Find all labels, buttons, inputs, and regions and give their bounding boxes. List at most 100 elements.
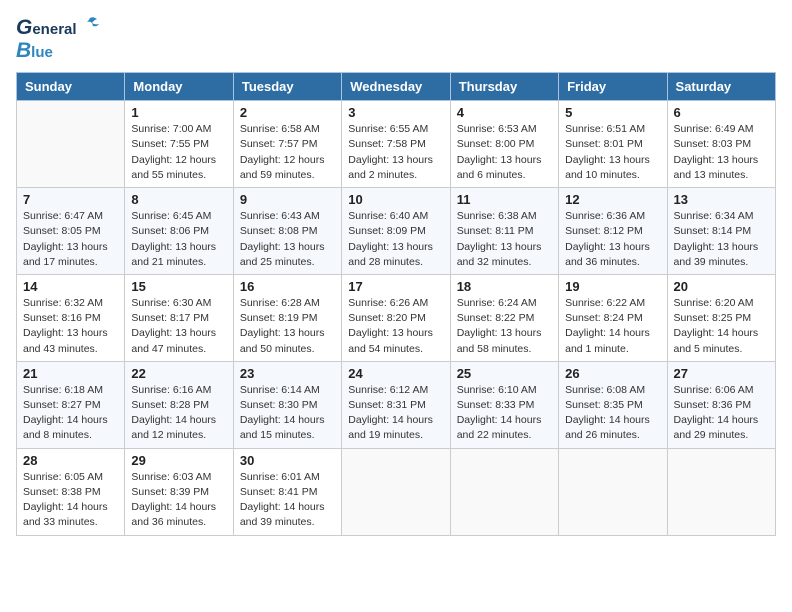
weekday-header-sunday: Sunday: [17, 73, 125, 101]
day-info: Sunrise: 6:12 AM Sunset: 8:31 PM Dayligh…: [348, 383, 443, 444]
day-number: 7: [23, 192, 118, 207]
calendar-cell: 26 Sunrise: 6:08 AM Sunset: 8:35 PM Dayli…: [559, 361, 667, 448]
calendar-cell: 28 Sunrise: 6:05 AM Sunset: 8:38 PM Dayli…: [17, 448, 125, 535]
weekday-header-tuesday: Tuesday: [233, 73, 341, 101]
day-info: Sunrise: 6:49 AM Sunset: 8:03 PM Dayligh…: [674, 122, 769, 183]
weekday-header-thursday: Thursday: [450, 73, 558, 101]
day-info: Sunrise: 6:51 AM Sunset: 8:01 PM Dayligh…: [565, 122, 660, 183]
day-number: 14: [23, 279, 118, 294]
logo-bird-icon: [79, 16, 101, 34]
calendar-cell: [667, 448, 775, 535]
day-number: 29: [131, 453, 226, 468]
day-info: Sunrise: 6:30 AM Sunset: 8:17 PM Dayligh…: [131, 296, 226, 357]
day-info: Sunrise: 6:47 AM Sunset: 8:05 PM Dayligh…: [23, 209, 118, 270]
calendar-cell: [559, 448, 667, 535]
calendar-week-row: 21 Sunrise: 6:18 AM Sunset: 8:27 PM Dayli…: [17, 361, 776, 448]
calendar-cell: 3Sunrise: 6:55 AM Sunset: 7:58 PM Daylig…: [342, 101, 450, 188]
day-number: 26: [565, 366, 660, 381]
day-info: Sunrise: 6:55 AM Sunset: 7:58 PM Dayligh…: [348, 122, 443, 183]
day-number: 16: [240, 279, 335, 294]
day-number: 20: [674, 279, 769, 294]
day-number: 28: [23, 453, 118, 468]
day-number: 9: [240, 192, 335, 207]
day-info: Sunrise: 6:45 AM Sunset: 8:06 PM Dayligh…: [131, 209, 226, 270]
calendar-cell: 19 Sunrise: 6:22 AM Sunset: 8:24 PM Dayli…: [559, 274, 667, 361]
calendar-cell: 2Sunrise: 6:58 AM Sunset: 7:57 PM Daylig…: [233, 101, 341, 188]
day-info: Sunrise: 6:05 AM Sunset: 8:38 PM Dayligh…: [23, 470, 118, 531]
day-info: Sunrise: 6:18 AM Sunset: 8:27 PM Dayligh…: [23, 383, 118, 444]
calendar-cell: [342, 448, 450, 535]
day-number: 5: [565, 105, 660, 120]
day-info: Sunrise: 6:01 AM Sunset: 8:41 PM Dayligh…: [240, 470, 335, 531]
day-number: 11: [457, 192, 552, 207]
day-number: 24: [348, 366, 443, 381]
calendar-cell: 5 Sunrise: 6:51 AM Sunset: 8:01 PM Daylig…: [559, 101, 667, 188]
page-header: G eneral B lue: [16, 16, 776, 62]
day-info: Sunrise: 6:16 AM Sunset: 8:28 PM Dayligh…: [131, 383, 226, 444]
calendar-cell: 9 Sunrise: 6:43 AM Sunset: 8:08 PM Daylig…: [233, 188, 341, 275]
day-info: Sunrise: 6:34 AM Sunset: 8:14 PM Dayligh…: [674, 209, 769, 270]
calendar-cell: 11 Sunrise: 6:38 AM Sunset: 8:11 PM Dayli…: [450, 188, 558, 275]
weekday-header-monday: Monday: [125, 73, 233, 101]
day-number: 4: [457, 105, 552, 120]
weekday-header-wednesday: Wednesday: [342, 73, 450, 101]
day-number: 8: [131, 192, 226, 207]
calendar-cell: 27Sunrise: 6:06 AM Sunset: 8:36 PM Dayli…: [667, 361, 775, 448]
calendar-cell: 30 Sunrise: 6:01 AM Sunset: 8:41 PM Dayli…: [233, 448, 341, 535]
day-number: 1: [131, 105, 226, 120]
calendar-cell: 13 Sunrise: 6:34 AM Sunset: 8:14 PM Dayli…: [667, 188, 775, 275]
day-info: Sunrise: 6:43 AM Sunset: 8:08 PM Dayligh…: [240, 209, 335, 270]
calendar-week-row: 14Sunrise: 6:32 AM Sunset: 8:16 PM Dayli…: [17, 274, 776, 361]
calendar-cell: 1 Sunrise: 7:00 AM Sunset: 7:55 PM Daylig…: [125, 101, 233, 188]
day-number: 30: [240, 453, 335, 468]
logo-eneral: eneral: [32, 22, 76, 39]
calendar-cell: 6Sunrise: 6:49 AM Sunset: 8:03 PM Daylig…: [667, 101, 775, 188]
day-number: 2: [240, 105, 335, 120]
weekday-header-row: SundayMondayTuesdayWednesdayThursdayFrid…: [17, 73, 776, 101]
day-info: Sunrise: 6:36 AM Sunset: 8:12 PM Dayligh…: [565, 209, 660, 270]
day-info: Sunrise: 6:14 AM Sunset: 8:30 PM Dayligh…: [240, 383, 335, 444]
day-info: Sunrise: 7:00 AM Sunset: 7:55 PM Dayligh…: [131, 122, 226, 183]
calendar-cell: 8 Sunrise: 6:45 AM Sunset: 8:06 PM Daylig…: [125, 188, 233, 275]
day-info: Sunrise: 6:38 AM Sunset: 8:11 PM Dayligh…: [457, 209, 552, 270]
calendar-cell: 29Sunrise: 6:03 AM Sunset: 8:39 PM Dayli…: [125, 448, 233, 535]
calendar-cell: 10Sunrise: 6:40 AM Sunset: 8:09 PM Dayli…: [342, 188, 450, 275]
calendar-cell: 24 Sunrise: 6:12 AM Sunset: 8:31 PM Dayli…: [342, 361, 450, 448]
day-info: Sunrise: 6:24 AM Sunset: 8:22 PM Dayligh…: [457, 296, 552, 357]
calendar-table: SundayMondayTuesdayWednesdayThursdayFrid…: [16, 72, 776, 535]
calendar-cell: 16 Sunrise: 6:28 AM Sunset: 8:19 PM Dayli…: [233, 274, 341, 361]
day-info: Sunrise: 6:20 AM Sunset: 8:25 PM Dayligh…: [674, 296, 769, 357]
calendar-cell: 12 Sunrise: 6:36 AM Sunset: 8:12 PM Dayli…: [559, 188, 667, 275]
day-info: Sunrise: 6:22 AM Sunset: 8:24 PM Dayligh…: [565, 296, 660, 357]
day-number: 10: [348, 192, 443, 207]
weekday-header-friday: Friday: [559, 73, 667, 101]
day-number: 13: [674, 192, 769, 207]
logo-b: B: [16, 39, 31, 62]
calendar-cell: 14Sunrise: 6:32 AM Sunset: 8:16 PM Dayli…: [17, 274, 125, 361]
calendar-cell: 17Sunrise: 6:26 AM Sunset: 8:20 PM Dayli…: [342, 274, 450, 361]
logo-lue: lue: [31, 45, 53, 62]
day-number: 12: [565, 192, 660, 207]
day-info: Sunrise: 6:08 AM Sunset: 8:35 PM Dayligh…: [565, 383, 660, 444]
calendar-cell: 25 Sunrise: 6:10 AM Sunset: 8:33 PM Dayli…: [450, 361, 558, 448]
day-info: Sunrise: 6:53 AM Sunset: 8:00 PM Dayligh…: [457, 122, 552, 183]
weekday-header-saturday: Saturday: [667, 73, 775, 101]
day-number: 15: [131, 279, 226, 294]
day-number: 17: [348, 279, 443, 294]
day-info: Sunrise: 6:10 AM Sunset: 8:33 PM Dayligh…: [457, 383, 552, 444]
day-info: Sunrise: 6:28 AM Sunset: 8:19 PM Dayligh…: [240, 296, 335, 357]
calendar-cell: 15 Sunrise: 6:30 AM Sunset: 8:17 PM Dayli…: [125, 274, 233, 361]
calendar-cell: [450, 448, 558, 535]
calendar-week-row: 28 Sunrise: 6:05 AM Sunset: 8:38 PM Dayli…: [17, 448, 776, 535]
day-number: 25: [457, 366, 552, 381]
calendar-cell: 23 Sunrise: 6:14 AM Sunset: 8:30 PM Dayli…: [233, 361, 341, 448]
day-info: Sunrise: 6:06 AM Sunset: 8:36 PM Dayligh…: [674, 383, 769, 444]
day-number: 22: [131, 366, 226, 381]
day-number: 21: [23, 366, 118, 381]
day-number: 19: [565, 279, 660, 294]
logo-g: G: [16, 16, 32, 39]
day-number: 23: [240, 366, 335, 381]
day-number: 18: [457, 279, 552, 294]
calendar-cell: 22 Sunrise: 6:16 AM Sunset: 8:28 PM Dayli…: [125, 361, 233, 448]
calendar-cell: 21 Sunrise: 6:18 AM Sunset: 8:27 PM Dayli…: [17, 361, 125, 448]
